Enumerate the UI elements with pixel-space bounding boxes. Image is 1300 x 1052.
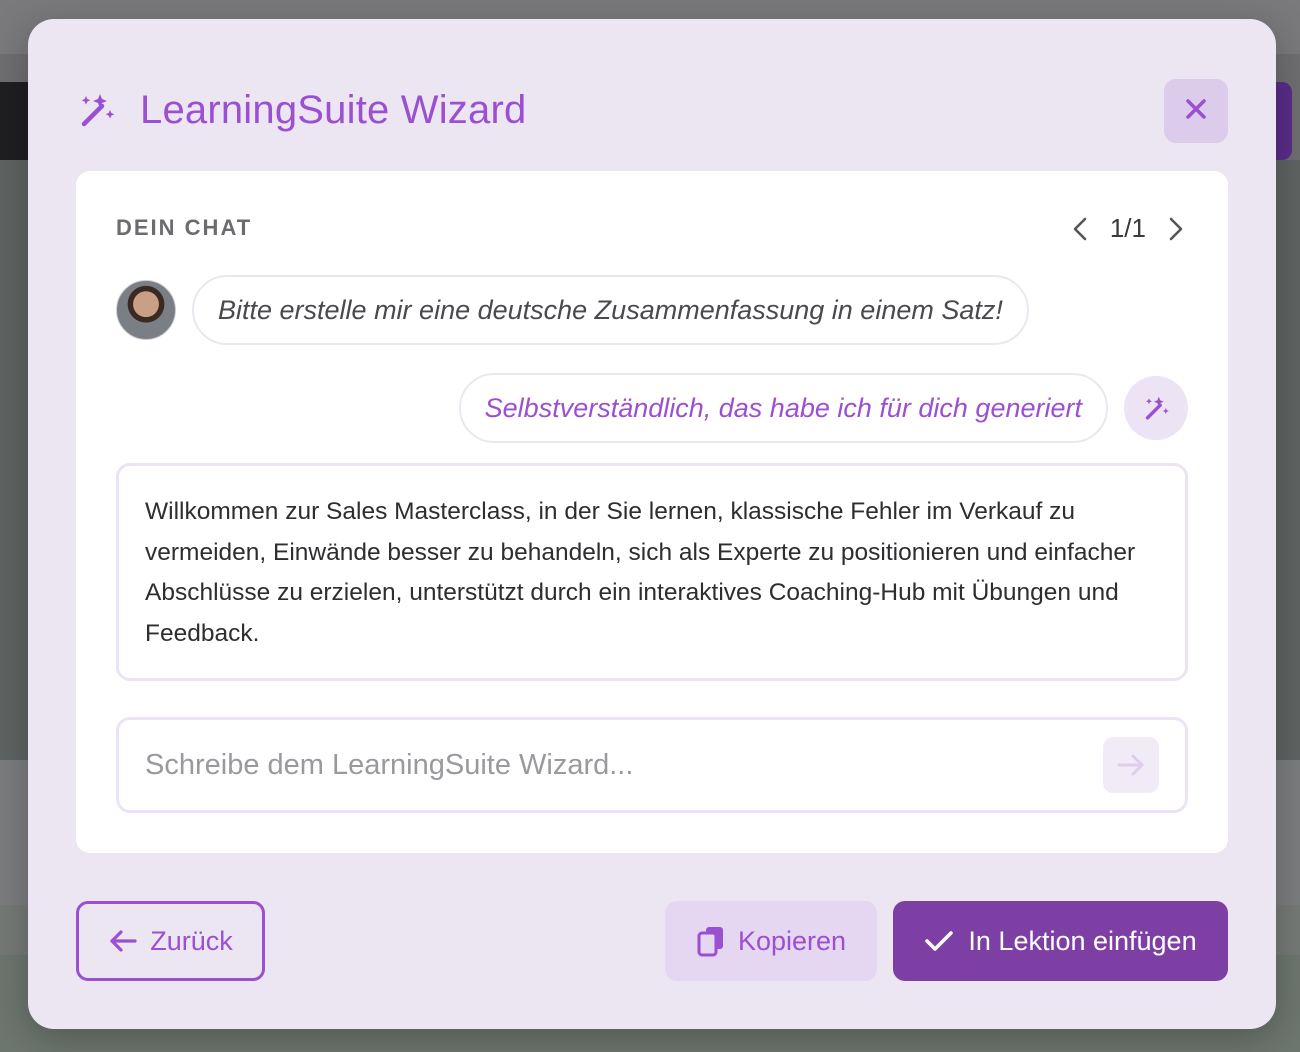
generated-answer: Willkommen zur Sales Masterclass, in der… [116,463,1188,681]
user-avatar [116,280,176,340]
pager-count: 1/1 [1109,213,1146,243]
arrow-right-icon [1117,754,1144,776]
chevron-right-icon [1169,217,1183,240]
insert-button-label: In Lektion einfügen [968,925,1197,956]
user-message-bubble: Bitte erstelle mir eine deutsche Zusamme… [192,275,1029,345]
chat-input[interactable] [145,748,1103,782]
copy-button-label: Kopieren [737,925,847,956]
modal-header: LearningSuite Wizard [76,79,1228,143]
wizard-avatar [1124,376,1188,440]
close-button[interactable] [1164,79,1228,143]
chat-pager: 1/1 [1068,213,1188,244]
modal-footer: Zurück Kopieren In Lektion einfügen [76,901,1228,981]
wizard-modal: LearningSuite Wizard DEIN CHAT 1/1 Bitte… [28,19,1276,1029]
chat-input-container [116,717,1188,813]
user-message-row: Bitte erstelle mir eine deutsche Zusamme… [116,275,1029,345]
chat-header: DEIN CHAT 1/1 [116,213,1188,243]
modal-title: LearningSuite Wizard [140,87,527,132]
copy-icon [697,927,723,957]
checkmark-icon [925,931,954,951]
send-button[interactable] [1103,737,1159,793]
chevron-left-icon [1073,217,1087,240]
back-button-label: Zurück [150,925,233,956]
back-button[interactable]: Zurück [76,901,265,981]
bot-message-bubble: Selbstverständlich, das habe ich für dic… [458,373,1108,443]
chat-label: DEIN CHAT [116,215,253,240]
arrow-left-icon [110,930,137,952]
pager-next-button[interactable] [1164,214,1188,244]
magic-wand-icon [76,90,116,130]
bot-message-row: Selbstverständlich, das habe ich für dic… [458,373,1188,443]
insert-into-lesson-button[interactable]: In Lektion einfügen [893,901,1228,981]
chat-card: DEIN CHAT 1/1 Bitte erstelle mir eine de… [76,171,1228,853]
magic-wand-icon [1145,396,1169,420]
close-icon [1185,98,1207,125]
pager-prev-button[interactable] [1068,214,1092,244]
copy-button[interactable]: Kopieren [665,901,877,981]
